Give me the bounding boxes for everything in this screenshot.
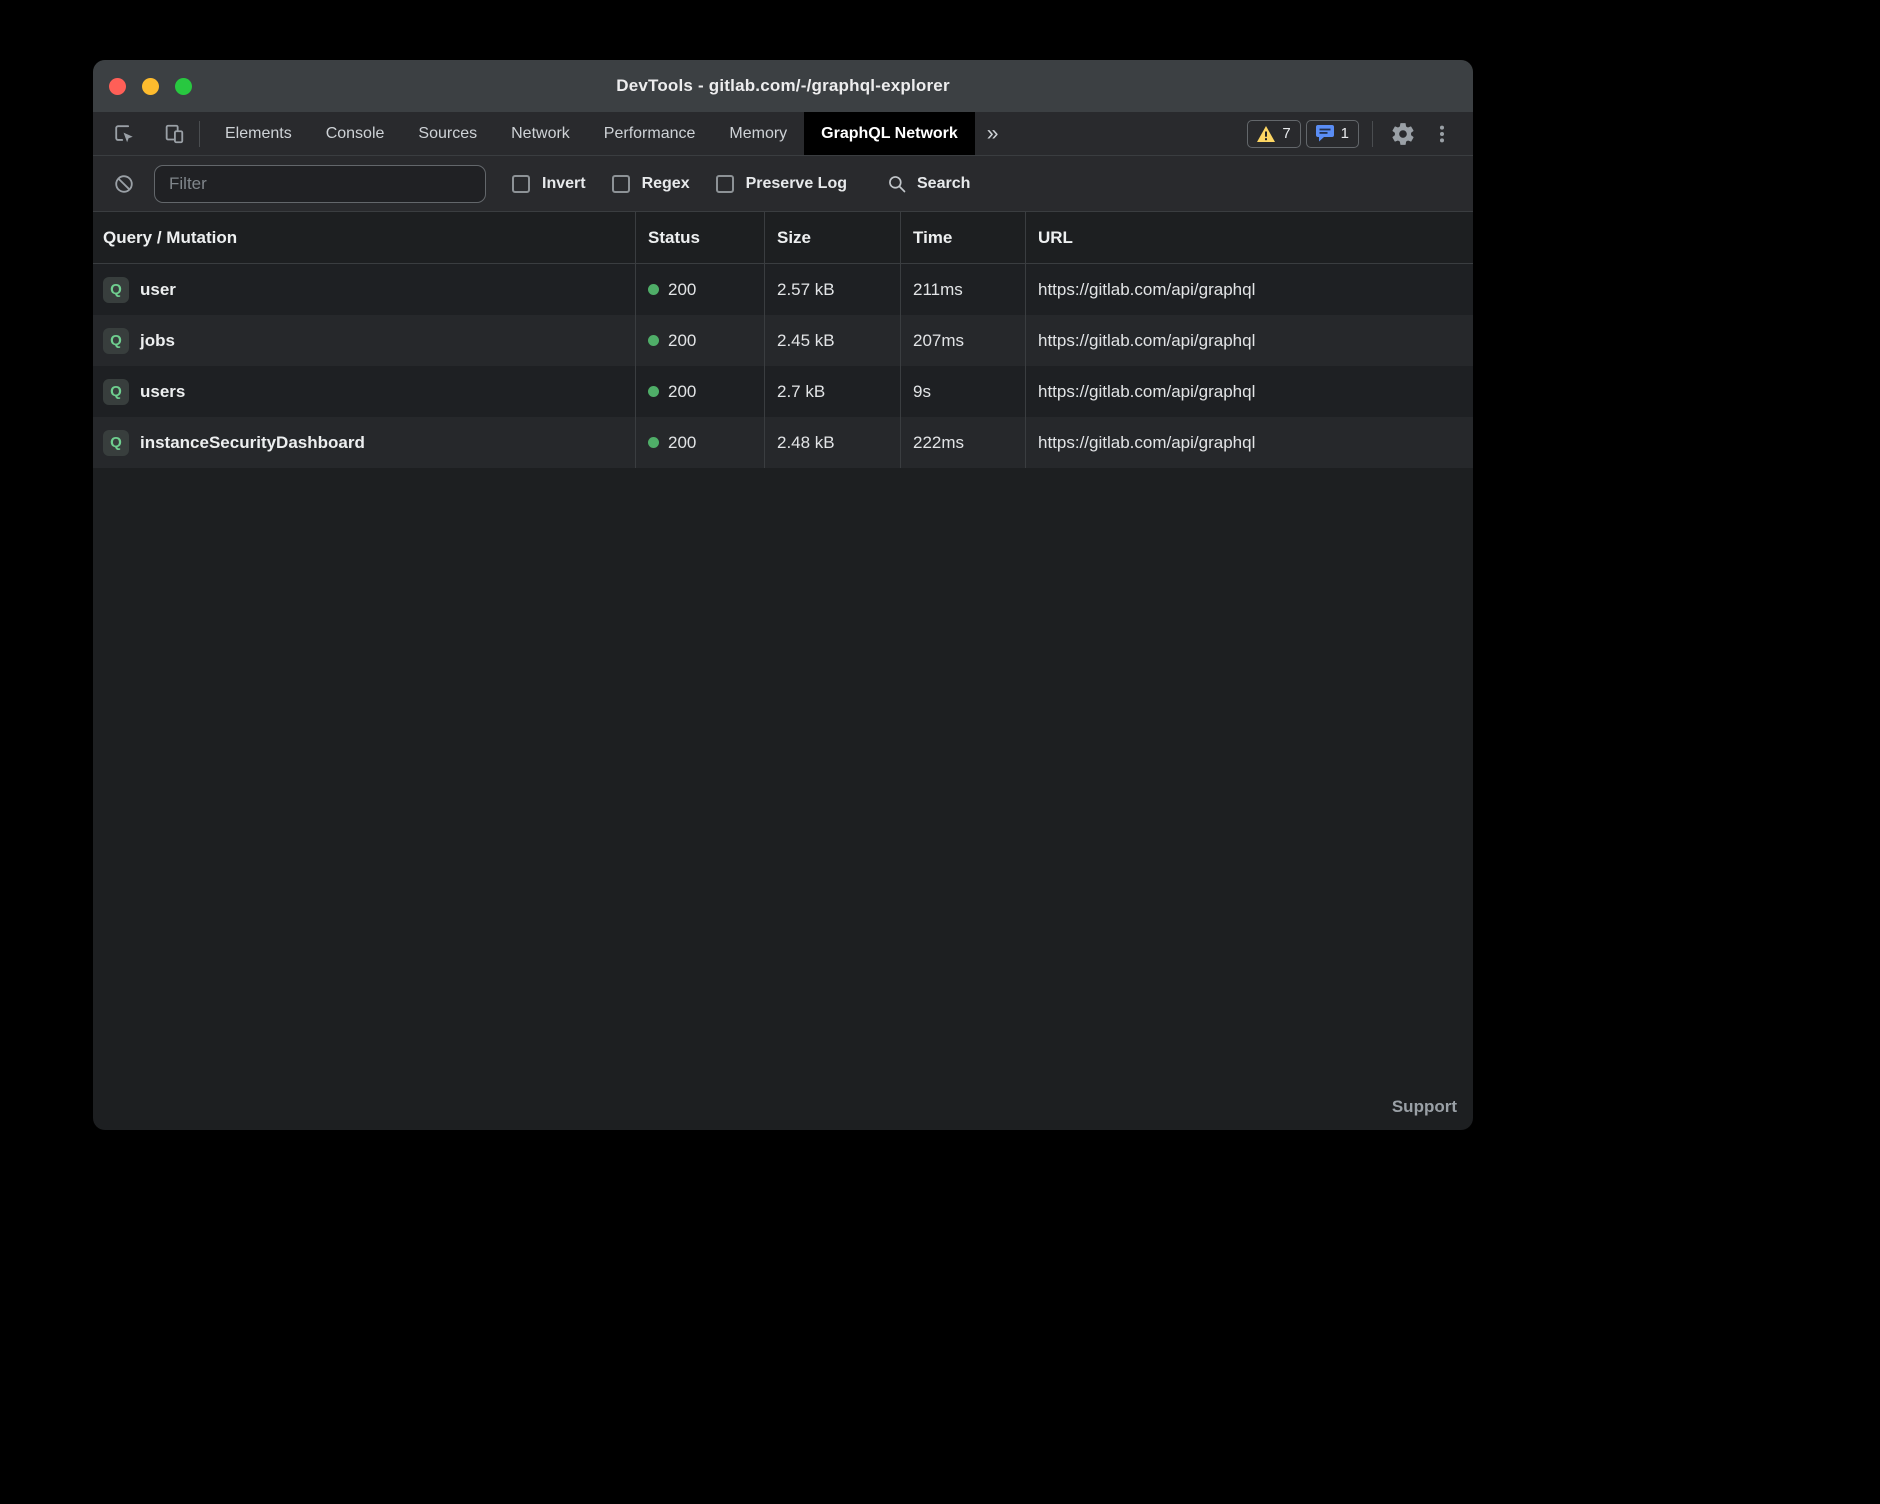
device-toolbar-icon[interactable] — [157, 117, 191, 151]
table-header: Query / Mutation Status Size Time URL — [93, 212, 1473, 264]
url-value: https://gitlab.com/api/graphql — [1026, 366, 1473, 417]
size-value: 2.57 kB — [765, 264, 901, 315]
titlebar: DevTools - gitlab.com/-/graphql-explorer — [93, 60, 1473, 112]
search-toggle[interactable]: Search — [887, 174, 970, 194]
query-name: instanceSecurityDashboard — [140, 433, 365, 453]
traffic-lights — [109, 60, 192, 112]
table-row[interactable]: Q jobs 200 2.45 kB 207ms https://gitlab.… — [93, 315, 1473, 366]
issues-icon — [1316, 125, 1334, 142]
inspect-element-icon[interactable] — [107, 117, 141, 151]
col-status: Status — [636, 212, 765, 263]
tab-memory[interactable]: Memory — [712, 112, 804, 155]
minimize-window-button[interactable] — [142, 78, 159, 95]
zoom-window-button[interactable] — [175, 78, 192, 95]
table-row[interactable]: Q instanceSecurityDashboard 200 2.48 kB … — [93, 417, 1473, 468]
status-ok-dot — [648, 437, 659, 448]
kebab-menu-icon[interactable] — [1425, 117, 1459, 151]
status-ok-dot — [648, 335, 659, 346]
filter-toolbar: Invert Regex Preserve Log Search — [93, 156, 1473, 212]
status-code: 200 — [668, 280, 696, 300]
search-label: Search — [917, 175, 970, 193]
status-code: 200 — [668, 331, 696, 351]
regex-checkbox[interactable] — [612, 175, 630, 193]
warning-count: 7 — [1282, 125, 1290, 142]
settings-gear-icon[interactable] — [1386, 117, 1420, 151]
size-value: 2.7 kB — [765, 366, 901, 417]
col-size: Size — [765, 212, 901, 263]
col-query-mutation: Query / Mutation — [93, 212, 636, 263]
tab-console[interactable]: Console — [309, 112, 402, 155]
issue-count: 1 — [1341, 125, 1349, 142]
more-tabs-chevron[interactable]: » — [975, 112, 1011, 155]
query-type-badge: Q — [103, 328, 129, 354]
tab-graphql-network[interactable]: GraphQL Network — [804, 112, 975, 155]
filter-input[interactable] — [154, 165, 486, 203]
url-value: https://gitlab.com/api/graphql — [1026, 315, 1473, 366]
tab-network[interactable]: Network — [494, 112, 587, 155]
time-value: 9s — [901, 366, 1026, 417]
divider — [199, 121, 200, 147]
tab-performance[interactable]: Performance — [587, 112, 713, 155]
col-time: Time — [901, 212, 1026, 263]
tab-elements[interactable]: Elements — [208, 112, 309, 155]
query-type-badge: Q — [103, 430, 129, 456]
status-ok-dot — [648, 386, 659, 397]
time-value: 207ms — [901, 315, 1026, 366]
tab-sources[interactable]: Sources — [401, 112, 494, 155]
query-type-badge: Q — [103, 277, 129, 303]
url-value: https://gitlab.com/api/graphql — [1026, 417, 1473, 468]
size-value: 2.45 kB — [765, 315, 901, 366]
clear-requests-icon[interactable] — [107, 167, 141, 201]
col-url: URL — [1026, 212, 1473, 263]
preserve-log-checkbox[interactable] — [716, 175, 734, 193]
table-row[interactable]: Q user 200 2.57 kB 211ms https://gitlab.… — [93, 264, 1473, 315]
devtools-window: DevTools - gitlab.com/-/graphql-explorer… — [93, 60, 1473, 1130]
window-title: DevTools - gitlab.com/-/graphql-explorer — [616, 76, 950, 96]
preserve-log-label[interactable]: Preserve Log — [746, 175, 847, 193]
panel-tabs: Elements Console Sources Network Perform… — [208, 112, 975, 155]
divider — [1372, 121, 1373, 147]
issues-badge[interactable]: 1 — [1306, 120, 1359, 148]
url-value: https://gitlab.com/api/graphql — [1026, 264, 1473, 315]
invert-checkbox[interactable] — [512, 175, 530, 193]
size-value: 2.48 kB — [765, 417, 901, 468]
query-name: users — [140, 382, 185, 402]
table-row[interactable]: Q users 200 2.7 kB 9s https://gitlab.com… — [93, 366, 1473, 417]
time-value: 211ms — [901, 264, 1026, 315]
status-ok-dot — [648, 284, 659, 295]
query-name: user — [140, 280, 176, 300]
query-name: jobs — [140, 331, 175, 351]
status-code: 200 — [668, 433, 696, 453]
devtools-tabbar: Elements Console Sources Network Perform… — [93, 112, 1473, 156]
requests-table: Query / Mutation Status Size Time URL Q … — [93, 212, 1473, 468]
query-type-badge: Q — [103, 379, 129, 405]
support-link[interactable]: Support — [1392, 1097, 1457, 1117]
search-icon — [887, 174, 907, 194]
regex-label[interactable]: Regex — [642, 175, 690, 193]
invert-label[interactable]: Invert — [542, 175, 586, 193]
close-window-button[interactable] — [109, 78, 126, 95]
time-value: 222ms — [901, 417, 1026, 468]
status-code: 200 — [668, 382, 696, 402]
warnings-badge[interactable]: 7 — [1247, 120, 1300, 148]
warning-icon — [1257, 126, 1275, 142]
